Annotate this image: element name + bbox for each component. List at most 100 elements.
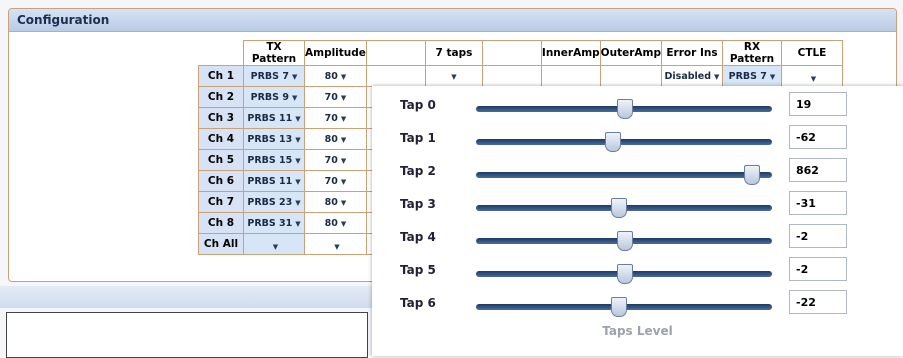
row-label: Ch 4 bbox=[198, 128, 244, 150]
error-ins-cell-dropdown[interactable]: Disabled ▼ bbox=[665, 71, 720, 82]
amplitude-cell-dropdown[interactable]: 70 ▼ bbox=[325, 155, 347, 166]
tap-value-field[interactable]: -2 bbox=[789, 224, 847, 248]
tx-pattern-cell[interactable]: PRBS 11 ▼ bbox=[243, 170, 305, 192]
amplitude-cell[interactable]: 80 ▼ bbox=[304, 212, 367, 234]
empty-cell[interactable]: ▼ bbox=[424, 65, 483, 87]
empty-cell bbox=[599, 65, 662, 87]
slider-thumb[interactable] bbox=[605, 132, 622, 152]
tx-pattern-cell[interactable]: PRBS 31 ▼ bbox=[243, 212, 305, 234]
empty-cell bbox=[365, 65, 426, 87]
slider-thumb[interactable] bbox=[617, 231, 633, 251]
tap-row: Tap 3 -31 bbox=[372, 191, 903, 225]
tx-pattern-cell-dropdown[interactable]: PRBS 11 ▼ bbox=[247, 176, 300, 187]
tx-pattern-cell[interactable]: PRBS 23 ▼ bbox=[243, 191, 305, 213]
rx-pattern-cell-dropdown[interactable]: PRBS 7 ▼ bbox=[729, 71, 776, 82]
slider-thumb[interactable] bbox=[611, 198, 628, 218]
amplitude-cell-dropdown[interactable]: 80 ▼ bbox=[325, 218, 347, 229]
amplitude-cell[interactable]: 80 ▼ bbox=[304, 191, 367, 213]
row-label: Ch 8 bbox=[198, 212, 244, 234]
tap-slider[interactable] bbox=[476, 264, 772, 284]
tx-pattern-cell-value: PRBS 11 bbox=[247, 176, 293, 187]
tap-slider[interactable] bbox=[476, 297, 772, 317]
slider-thumb[interactable] bbox=[611, 297, 628, 317]
tx-pattern-cell[interactable]: PRBS 9 ▼ bbox=[243, 86, 305, 108]
tap-value-field[interactable]: 19 bbox=[789, 92, 847, 116]
tap-slider[interactable] bbox=[476, 132, 772, 152]
tx-pattern-cell[interactable]: PRBS 15 ▼ bbox=[243, 149, 305, 171]
tx-pattern-cell-dropdown[interactable]: PRBS 15 ▼ bbox=[247, 155, 300, 166]
header-corner bbox=[199, 41, 244, 66]
amplitude-cell-dropdown[interactable]: 70 ▼ bbox=[325, 176, 347, 187]
amplitude-cell-value: 80 bbox=[324, 71, 338, 82]
amplitude-cell-value: 70 bbox=[324, 92, 338, 103]
amplitude-cell-dropdown[interactable]: 80 ▼ bbox=[325, 71, 347, 82]
tx-pattern-cell-value: PRBS 23 bbox=[247, 197, 293, 208]
amplitude-cell[interactable]: 70 ▼ bbox=[304, 149, 367, 171]
amplitude-cell-dropdown[interactable]: 80 ▼ bbox=[325, 134, 347, 145]
tap-value-field[interactable]: -2 bbox=[789, 257, 847, 281]
tap-slider[interactable] bbox=[476, 165, 772, 185]
row-label: Ch 3 bbox=[198, 107, 244, 129]
chevron-down-icon: ▼ bbox=[295, 135, 301, 144]
tx-pattern-cell-value: PRBS 13 bbox=[247, 134, 293, 145]
tx-pattern-cell-dropdown[interactable]: PRBS 13 ▼ bbox=[247, 134, 300, 145]
tx-pattern-cell-value: PRBS 11 bbox=[247, 113, 293, 124]
tx-pattern-cell[interactable]: PRBS 11 ▼ bbox=[243, 107, 305, 129]
tx-pattern-cell-dropdown[interactable]: PRBS 11 ▼ bbox=[247, 113, 300, 124]
tx-pattern-cell-dropdown[interactable]: PRBS 9 ▼ bbox=[251, 92, 298, 103]
amplitude-cell[interactable]: 80 ▼ bbox=[304, 128, 367, 150]
tx-pattern-cell-value: PRBS 9 bbox=[250, 92, 289, 103]
tx-pattern-cell-value: PRBS 31 bbox=[247, 218, 293, 229]
amplitude-cell-dropdown[interactable]: 70 ▼ bbox=[325, 92, 347, 103]
rx-pattern-cell[interactable]: PRBS 7 ▼ bbox=[721, 65, 782, 87]
ctle-cell-dropdown[interactable]: ▼ bbox=[808, 75, 816, 83]
tap-value-field[interactable]: -22 bbox=[789, 290, 847, 314]
row-label: Ch 1 bbox=[198, 65, 244, 87]
amplitude-cell-dropdown[interactable]: ▼ bbox=[331, 243, 339, 251]
tap-value-field[interactable]: -62 bbox=[789, 125, 847, 149]
table-row: Ch 1 PRBS 7 ▼ 80 ▼ ▼ Disabled ▼ PRBS 7 ▼ ▼ bbox=[198, 65, 843, 87]
slider-thumb[interactable] bbox=[617, 264, 633, 284]
tx-pattern-cell-dropdown[interactable]: PRBS 7 ▼ bbox=[251, 71, 298, 82]
row-label: Ch 2 bbox=[198, 86, 244, 108]
amplitude-cell[interactable]: 70 ▼ bbox=[304, 107, 367, 129]
amplitude-cell-value: 70 bbox=[324, 155, 338, 166]
tx-pattern-cell[interactable]: PRBS 13 ▼ bbox=[243, 128, 305, 150]
tap-label: Tap 0 bbox=[400, 98, 436, 112]
amplitude-cell[interactable]: 70 ▼ bbox=[304, 170, 367, 192]
amplitude-cell-value: 70 bbox=[324, 176, 338, 187]
amplitude-cell[interactable]: 70 ▼ bbox=[304, 86, 367, 108]
chevron-down-icon: ▼ bbox=[295, 177, 301, 186]
tap-row: Tap 1 -62 bbox=[372, 125, 903, 159]
tap-slider[interactable] bbox=[476, 99, 772, 119]
slider-thumb[interactable] bbox=[617, 99, 633, 119]
tx-pattern-cell-dropdown[interactable]: PRBS 23 ▼ bbox=[247, 197, 300, 208]
ctle-cell[interactable]: ▼ bbox=[780, 65, 843, 87]
chevron-down-icon: ▼ bbox=[340, 219, 347, 228]
header-7-taps: 7 taps bbox=[424, 40, 483, 66]
tap-slider[interactable] bbox=[476, 198, 772, 218]
tx-pattern-cell[interactable]: ▼ bbox=[243, 233, 305, 255]
error-ins-cell[interactable]: Disabled ▼ bbox=[660, 65, 723, 87]
chevron-down-icon: ▼ bbox=[340, 72, 347, 81]
tap-row: Tap 6 -22 bbox=[372, 290, 903, 324]
chevron-down-icon: ▼ bbox=[714, 72, 720, 81]
amplitude-cell-value: 70 bbox=[324, 113, 338, 124]
amplitude-cell-dropdown[interactable]: 70 ▼ bbox=[325, 113, 347, 124]
taps-dropdown[interactable]: ▼ bbox=[451, 73, 456, 81]
tx-pattern-cell-dropdown[interactable]: PRBS 31 ▼ bbox=[247, 218, 300, 229]
tx-pattern-cell[interactable]: PRBS 7 ▼ bbox=[243, 65, 305, 87]
amplitude-cell-dropdown[interactable]: 80 ▼ bbox=[325, 197, 347, 208]
plot-area bbox=[6, 312, 368, 358]
app-window: Configuration TX Pattern Amplitude 7 tap… bbox=[0, 0, 903, 358]
amplitude-cell[interactable]: 80 ▼ bbox=[304, 65, 367, 87]
chevron-down-icon: ▼ bbox=[810, 74, 817, 83]
header-amplitude: Amplitude bbox=[304, 40, 367, 66]
tap-value-field[interactable]: 862 bbox=[789, 158, 847, 182]
tap-label: Tap 5 bbox=[400, 263, 436, 277]
slider-thumb[interactable] bbox=[744, 165, 761, 185]
tap-value-field[interactable]: -31 bbox=[789, 191, 847, 215]
amplitude-cell[interactable]: ▼ bbox=[304, 233, 367, 255]
tx-pattern-cell-dropdown[interactable]: ▼ bbox=[270, 243, 278, 251]
tap-slider[interactable] bbox=[476, 231, 772, 251]
